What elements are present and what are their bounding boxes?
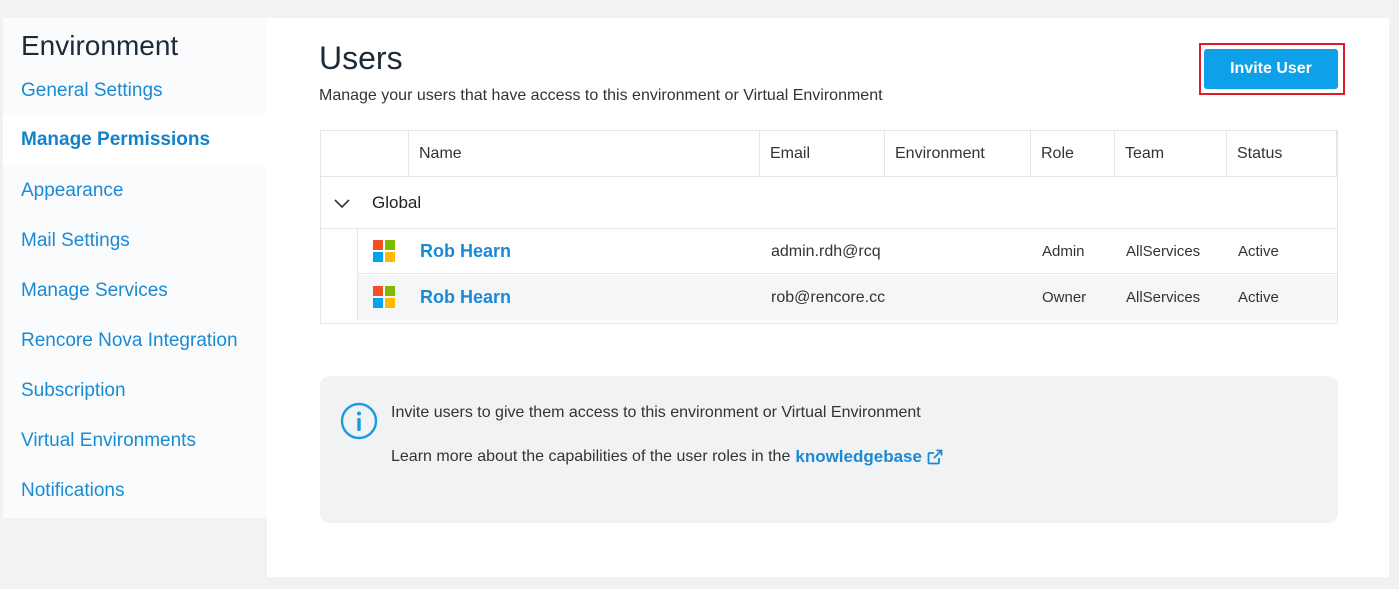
- main-panel: Users Manage your users that have access…: [267, 18, 1389, 577]
- user-name-link[interactable]: Rob Hearn: [420, 275, 511, 320]
- info-learn-more-text: Learn more about the capabilities of the…: [391, 448, 791, 465]
- column-header-team[interactable]: Team: [1114, 131, 1226, 177]
- group-label: Global: [372, 193, 422, 212]
- sidebar-item-subscription[interactable]: Subscription: [3, 366, 267, 416]
- column-header-email[interactable]: Email: [759, 131, 884, 177]
- sidebar-item-mail-settings[interactable]: Mail Settings: [3, 216, 267, 266]
- sidebar-item-appearance[interactable]: Appearance: [3, 166, 267, 216]
- column-header-environment[interactable]: Environment: [884, 131, 1030, 177]
- user-team: AllServices: [1126, 289, 1201, 306]
- user-email: admin.rdh@rcq: [771, 242, 881, 260]
- column-header-status[interactable]: Status: [1226, 131, 1337, 177]
- user-status: Active: [1238, 289, 1279, 306]
- table-row[interactable]: Rob Hearn admin.rdh@rcq Admin AllService…: [357, 229, 1337, 274]
- page-title: Users: [319, 40, 403, 76]
- sidebar-title: Environment: [21, 30, 179, 61]
- user-name-link[interactable]: Rob Hearn: [420, 229, 511, 274]
- sidebar: Environment General Settings Manage Perm…: [3, 18, 267, 518]
- page-subtitle: Manage your users that have access to th…: [319, 87, 883, 104]
- table-header-row: Name Email Environment Role Team Status: [321, 131, 1337, 177]
- user-team: AllServices: [1126, 243, 1201, 260]
- table-row[interactable]: Rob Hearn rob@rencore.cc Owner AllServic…: [357, 275, 1337, 320]
- knowledgebase-link[interactable]: knowledgebase: [795, 447, 943, 467]
- external-link-icon: [927, 449, 943, 465]
- microsoft-logo-icon: [373, 286, 395, 308]
- knowledgebase-link-label: knowledgebase: [795, 447, 922, 466]
- invite-user-button[interactable]: Invite User: [1204, 49, 1338, 89]
- column-header-role[interactable]: Role: [1030, 131, 1114, 177]
- sidebar-item-manage-permissions[interactable]: Manage Permissions: [3, 115, 267, 165]
- info-learn-more: Learn more about the capabilities of the…: [391, 447, 943, 467]
- user-role: Admin: [1042, 243, 1085, 260]
- sidebar-item-general-settings[interactable]: General Settings: [3, 66, 267, 116]
- users-table: Name Email Environment Role Team Status …: [320, 130, 1338, 324]
- info-panel: Invite users to give them access to this…: [320, 376, 1338, 523]
- group-row-global[interactable]: Global: [321, 178, 1337, 229]
- column-header-name[interactable]: Name: [408, 131, 759, 177]
- sidebar-item-manage-services[interactable]: Manage Services: [3, 266, 267, 316]
- microsoft-logo-icon: [373, 240, 395, 262]
- user-role: Owner: [1042, 289, 1087, 306]
- sidebar-item-notifications[interactable]: Notifications: [3, 466, 267, 516]
- info-icon: [340, 402, 378, 440]
- user-status: Active: [1238, 243, 1279, 260]
- chevron-down-icon[interactable]: [331, 192, 353, 214]
- sidebar-item-virtual-environments[interactable]: Virtual Environments: [3, 416, 267, 466]
- sidebar-item-rencore-nova-integration[interactable]: Rencore Nova Integration: [3, 316, 267, 366]
- info-text: Invite users to give them access to this…: [391, 404, 921, 421]
- user-email: rob@rencore.cc: [771, 288, 885, 306]
